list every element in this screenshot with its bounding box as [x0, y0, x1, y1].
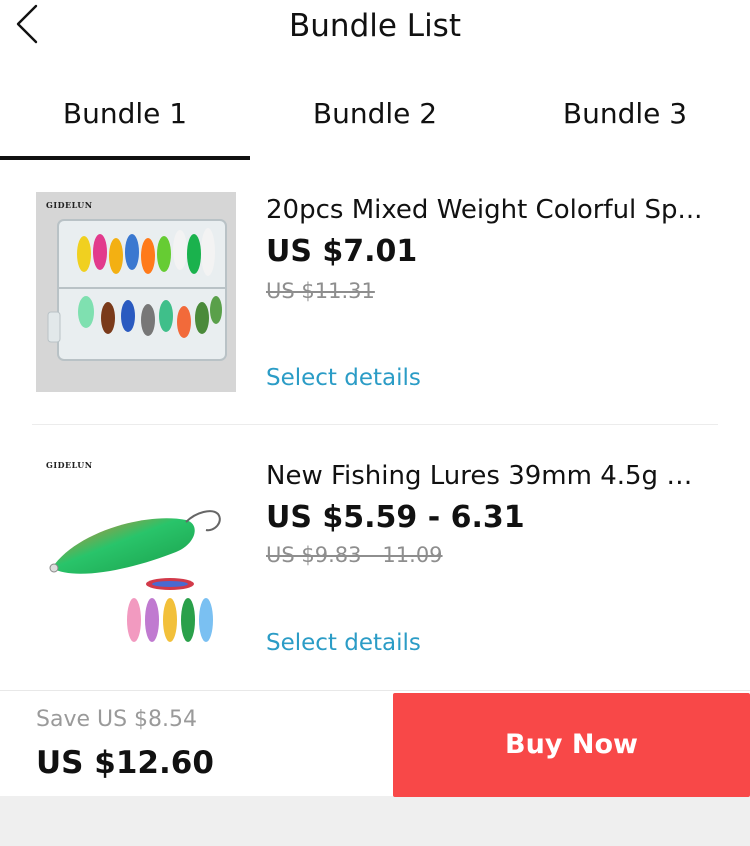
lure-box-image: [36, 192, 236, 392]
total-price: US $12.60: [36, 745, 214, 781]
header: Bundle List: [0, 0, 750, 60]
tab-bundle-1[interactable]: Bundle 1: [0, 84, 250, 160]
product-image[interactable]: GIDELUN: [36, 192, 236, 392]
bundle-item: GIDELUN New Fishing Lures 39mm 4.5g 6...…: [0, 424, 750, 688]
select-details-link[interactable]: Select details: [266, 362, 421, 394]
product-price: US $5.59 - 6.31: [266, 500, 525, 535]
original-price: US $11.31: [266, 279, 375, 303]
product-name[interactable]: 20pcs Mixed Weight Colorful Sp...: [266, 192, 706, 228]
bundle-tabs: Bundle 1 Bundle 2 Bundle 3: [0, 84, 750, 160]
brand-label: GIDELUN: [46, 200, 93, 210]
buy-now-button[interactable]: Buy Now: [393, 693, 750, 797]
tab-bundle-2[interactable]: Bundle 2: [250, 84, 500, 160]
brand-label: GIDELUN: [46, 460, 93, 470]
tab-bundle-3[interactable]: Bundle 3: [500, 84, 750, 160]
page-title: Bundle List: [289, 8, 461, 44]
savings-text: Save US $8.54: [36, 707, 198, 732]
bundle-item: GIDELUN 20pcs Mixed Weight Colorful Sp..…: [0, 160, 750, 425]
select-details-link[interactable]: Select details: [266, 627, 421, 659]
product-name[interactable]: New Fishing Lures 39mm 4.5g 6...: [266, 458, 706, 494]
product-price: US $7.01: [266, 234, 418, 269]
checkout-bar: Save US $8.54 US $12.60 Buy Now: [0, 690, 750, 797]
original-price: US $9.83 - 11.09: [266, 543, 443, 567]
spoon-lure-image: [36, 452, 236, 652]
product-image[interactable]: GIDELUN: [36, 452, 236, 652]
bundle-list-screen: Bundle List Bundle 1 Bundle 2 Bundle 3 G…: [0, 0, 750, 797]
